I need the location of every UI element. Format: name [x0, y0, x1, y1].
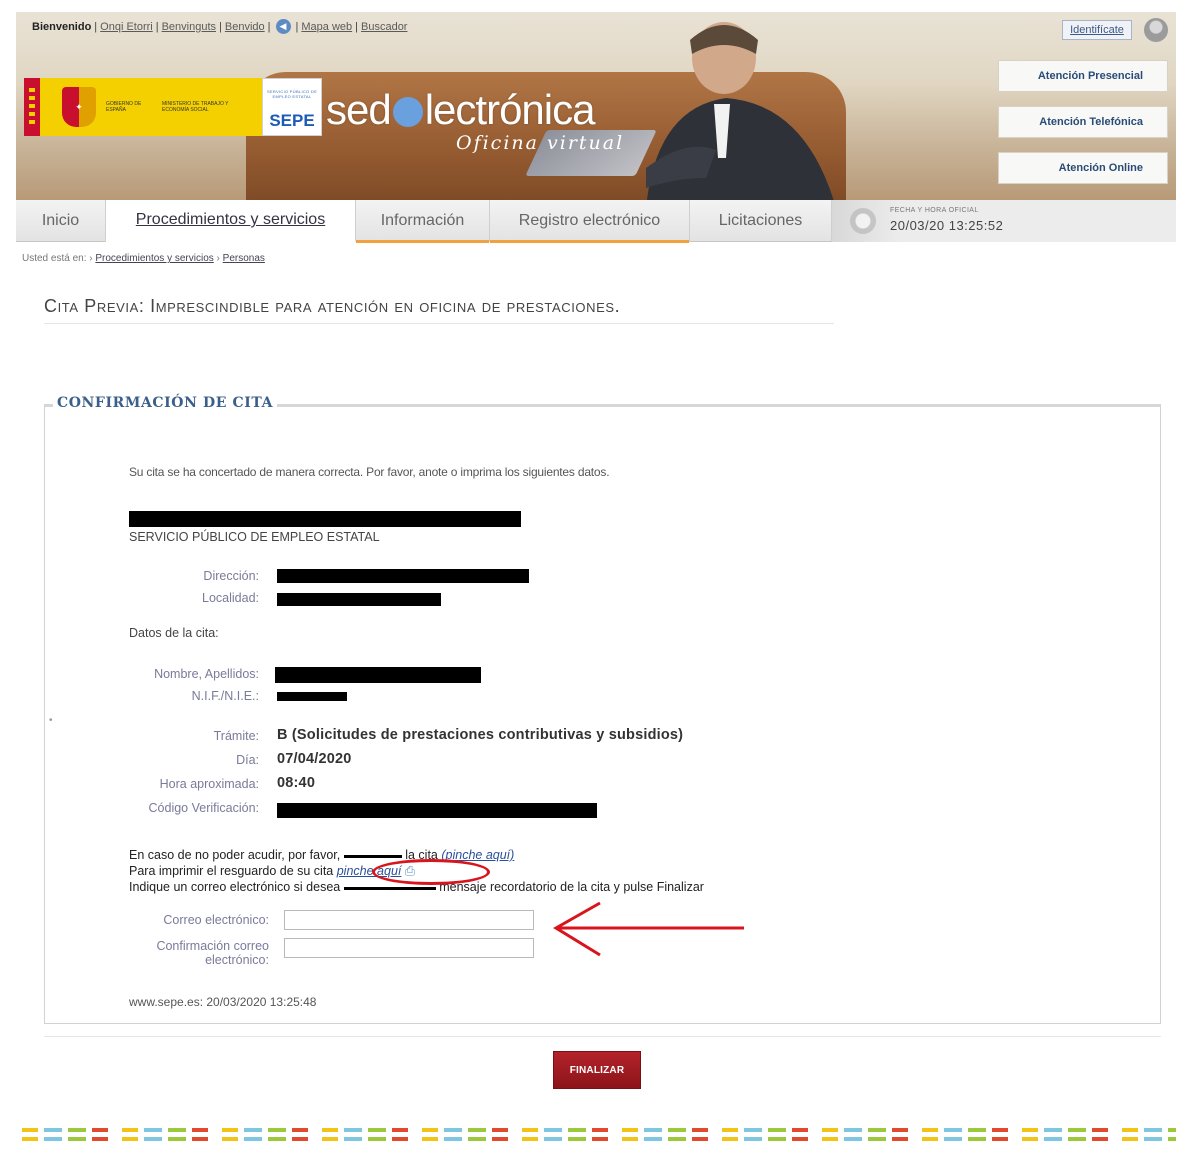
- print-link-highlight-circle: [372, 859, 490, 885]
- redacted-direccion: [277, 569, 529, 583]
- redacted-codigo: [277, 803, 597, 818]
- redacted-nombre: [275, 667, 481, 683]
- link-site-map[interactable]: Mapa web: [301, 21, 352, 33]
- tab-inicio[interactable]: Inicio: [16, 200, 106, 242]
- localidad-label: Localidad:: [202, 591, 259, 605]
- hora-value: 08:40: [277, 775, 316, 791]
- redacted-nif: [277, 692, 347, 701]
- tab-informacion[interactable]: Información: [356, 200, 490, 243]
- link-search[interactable]: Buscador: [361, 21, 407, 33]
- tab-registro[interactable]: Registro electrónico: [490, 200, 690, 243]
- footer-decorative-pattern: [16, 1128, 1176, 1150]
- page-title-rest: : Imprescindible para atención en oficin…: [138, 296, 621, 316]
- sepe-logo[interactable]: SERVICIO PÚBLICO DE EMPLEO ESTATAL SEPE: [262, 78, 322, 136]
- identify-button[interactable]: Identifícate: [1062, 20, 1132, 40]
- breadcrumb-personas[interactable]: Personas: [223, 253, 265, 264]
- confirm-email-input[interactable]: [284, 938, 534, 958]
- dia-value: 07/04/2020: [277, 751, 352, 767]
- hora-label: Hora aproximada:: [159, 777, 259, 791]
- sede-electronica-logo: sed lectrónica: [326, 86, 596, 134]
- gov-text: GOBIERNO DE ESPAÑA: [106, 101, 142, 113]
- official-datetime: FECHA Y HORA OFICIAL 20/03/20 13:25:52: [832, 200, 1176, 242]
- nombre-label: Nombre, Apellidos:: [154, 667, 259, 681]
- red-arrow-annotation: [553, 901, 744, 957]
- datos-cita-heading: Datos de la cita:: [129, 626, 219, 640]
- breadcrumb-prefix: Usted está en: ›: [22, 253, 93, 264]
- divider: [44, 1036, 1161, 1037]
- confirmation-legend: CONFIRMACIÓN DE CITA: [53, 395, 278, 411]
- finish-button[interactable]: FINALIZAR: [553, 1051, 641, 1089]
- sede-logo-left: sed: [326, 86, 392, 133]
- page-title-first: Cita Previa: [44, 296, 139, 316]
- government-logo: ✦ GOBIERNO DE ESPAÑA MINISTERIO DE TRABA…: [24, 78, 262, 136]
- sede-logo-right: lectrónica: [424, 86, 596, 133]
- service-name: SERVICIO PÚBLICO DE EMPLEO ESTATAL: [129, 530, 380, 544]
- user-icon[interactable]: [1144, 18, 1168, 42]
- header-banner: Bienvenido | Onqi Etorri | Benvinguts | …: [16, 12, 1176, 200]
- breadcrumb-procedimientos[interactable]: Procedimientos y servicios: [95, 253, 213, 264]
- top-links-bar: Bienvenido | Onqi Etorri | Benvinguts | …: [32, 19, 408, 34]
- email-input[interactable]: [284, 910, 534, 930]
- coat-of-arms-icon: ✦: [62, 87, 96, 127]
- flag-icon: [24, 78, 40, 136]
- timestamp-stamp: www.sepe.es: 20/03/2020 13:25:48: [129, 995, 317, 1009]
- welcome-text: Bienvenido: [32, 20, 92, 33]
- email-label: Correo electrónico:: [163, 913, 269, 927]
- attention-online-button[interactable]: Atención Online: [998, 152, 1168, 184]
- attention-in-person-button[interactable]: Atención Presencial: [998, 60, 1168, 92]
- attention-phone-button[interactable]: Atención Telefónica: [998, 106, 1168, 138]
- clock-icon: [850, 208, 876, 234]
- tab-procedimientos[interactable]: Procedimientos y servicios: [106, 200, 356, 242]
- codigo-label: Código Verificación:: [148, 801, 259, 815]
- banner-person-graphic: [646, 22, 834, 200]
- e-mark-icon: [392, 97, 423, 127]
- redacted-office-name: [129, 511, 521, 527]
- ministry-text: MINISTERIO DE TRABAJO Y ECONOMÍA SOCIAL: [162, 101, 229, 113]
- link-euskera[interactable]: Onqi Etorri: [100, 21, 153, 33]
- page-title: Cita Previa: Imprescindible para atenció…: [44, 296, 834, 324]
- link-catala[interactable]: Benvinguts: [162, 21, 216, 33]
- breadcrumb: Usted está en: › Procedimientos y servic…: [22, 253, 265, 264]
- redacted-word: [343, 855, 402, 858]
- oficina-virtual-text: Oficina virtual: [456, 132, 625, 154]
- direccion-label: Dirección:: [203, 569, 259, 583]
- confirmation-intro: Su cita se ha concertado de manera corre…: [129, 465, 610, 479]
- page: Bienvenido | Onqi Etorri | Benvinguts | …: [0, 0, 1177, 1154]
- tab-licitaciones[interactable]: Licitaciones: [690, 200, 832, 242]
- tramite-label: Trámite:: [213, 729, 259, 743]
- sepe-logo-acronym: SEPE: [269, 111, 315, 130]
- speaker-icon[interactable]: ◀: [275, 19, 291, 34]
- redacted-phrase: [343, 887, 436, 890]
- datetime-label: FECHA Y HORA OFICIAL: [890, 207, 979, 214]
- tramite-value: B (Solicitudes de prestaciones contribut…: [277, 727, 684, 743]
- sepe-logo-subtitle: SERVICIO PÚBLICO DE EMPLEO ESTATAL: [266, 89, 318, 99]
- confirm-email-label: Confirmación correo electrónico:: [156, 939, 269, 967]
- redacted-localidad: [277, 593, 441, 606]
- main-nav: Inicio Procedimientos y servicios Inform…: [16, 200, 1176, 243]
- link-galego[interactable]: Benvido: [225, 21, 265, 33]
- nif-label: N.I.F./N.I.E.:: [191, 689, 259, 703]
- datetime-value: 20/03/20 13:25:52: [890, 218, 1004, 233]
- dia-label: Día:: [236, 753, 259, 767]
